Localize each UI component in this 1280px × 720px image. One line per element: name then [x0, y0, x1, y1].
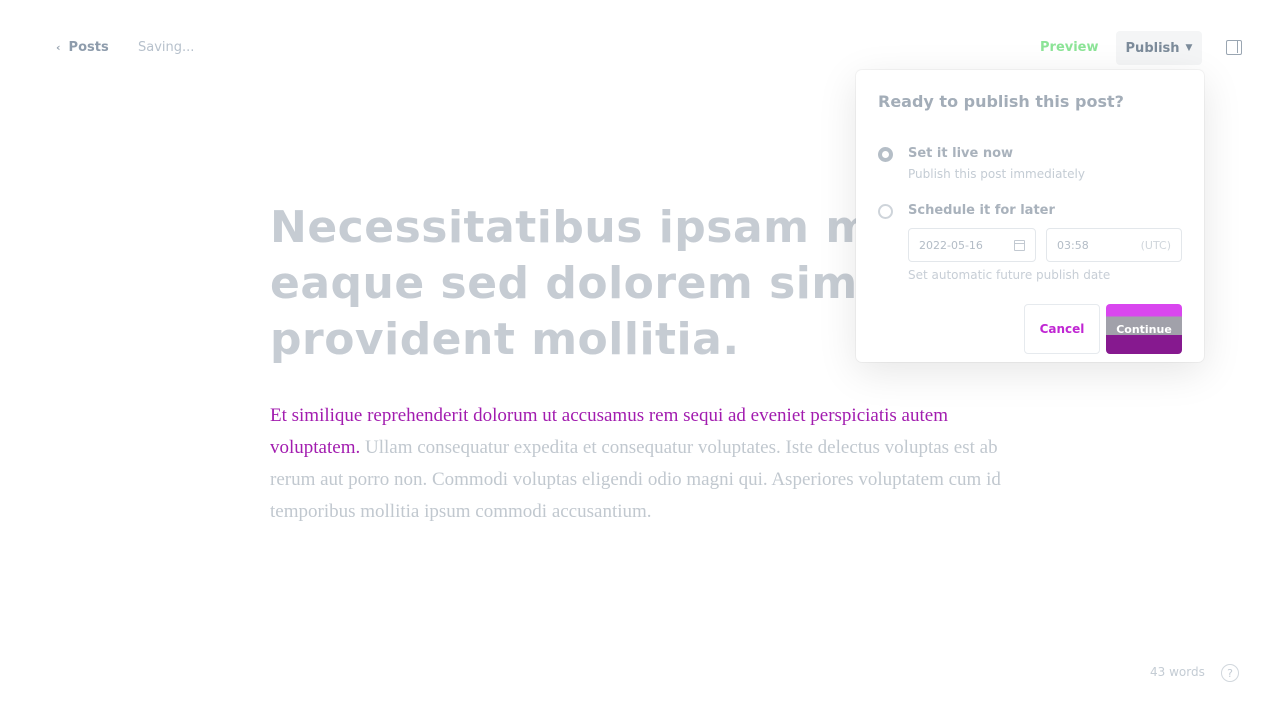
- post-body-text: Ullam consequatur expedita et consequatu…: [270, 437, 1001, 522]
- publish-now-label: Set it live now: [908, 146, 1014, 161]
- schedule-later-label: Schedule it for later: [908, 203, 1055, 218]
- publish-now-radio[interactable]: [878, 147, 893, 162]
- preview-button[interactable]: Preview: [1040, 40, 1099, 55]
- publish-popover-title: Ready to publish this post?: [878, 92, 1124, 111]
- schedule-time-value: 03:58: [1057, 238, 1089, 252]
- calendar-icon[interactable]: [1014, 239, 1025, 251]
- publish-popover: Ready to publish this post? Set it live …: [856, 70, 1204, 362]
- sidebar-toggle-icon[interactable]: [1226, 40, 1242, 55]
- help-icon[interactable]: ?: [1221, 664, 1239, 682]
- back-to-posts-link[interactable]: ‹ Posts: [56, 40, 109, 55]
- word-count: 43 words: [1150, 665, 1205, 679]
- publish-now-description: Publish this post immediately: [908, 167, 1085, 181]
- schedule-time-input[interactable]: 03:58 (UTC): [1046, 228, 1182, 262]
- continue-button[interactable]: Continue: [1106, 304, 1182, 354]
- chevron-left-icon: ‹: [56, 41, 61, 54]
- chevron-down-icon: ▼: [1185, 43, 1193, 53]
- schedule-date-value: 2022-05-16: [919, 238, 983, 252]
- post-body[interactable]: Et similique reprehenderit dolorum ut ac…: [270, 400, 1010, 528]
- schedule-later-radio[interactable]: [878, 204, 893, 219]
- publish-trigger-label: Publish: [1125, 40, 1180, 56]
- save-status: Saving...: [138, 40, 195, 55]
- publish-menu-trigger[interactable]: Publish ▼: [1116, 31, 1202, 65]
- back-link-label: Posts: [68, 40, 109, 55]
- cancel-button[interactable]: Cancel: [1024, 304, 1100, 354]
- timezone-label: (UTC): [1140, 238, 1171, 252]
- schedule-help-text: Set automatic future publish date: [908, 268, 1111, 282]
- schedule-fields: 2022-05-16 03:58 (UTC): [908, 228, 1182, 262]
- schedule-date-input[interactable]: 2022-05-16: [908, 228, 1036, 262]
